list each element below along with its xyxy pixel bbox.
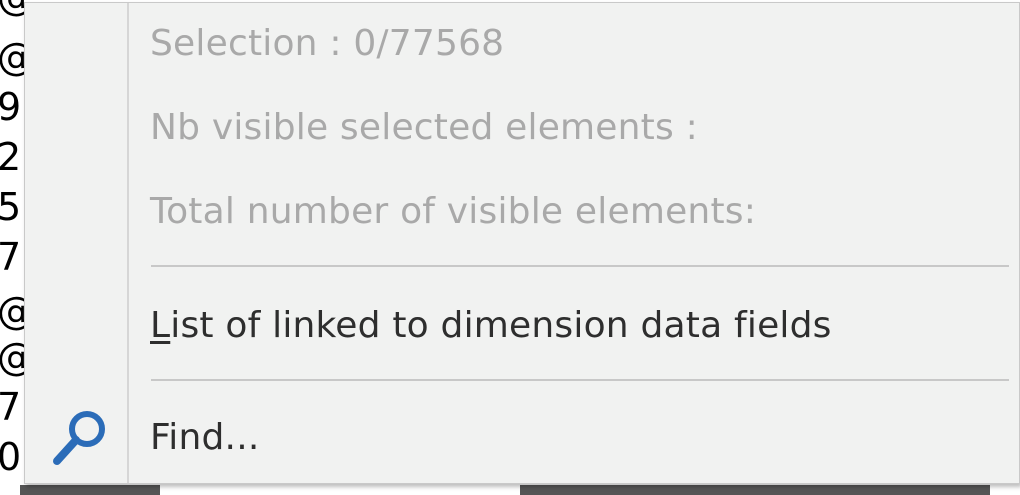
context-menu: Selection : 0/77568 Nb visible selected … — [24, 2, 1020, 484]
menu-separator — [151, 379, 1009, 381]
menu-item-label: Selection : 0/77568 — [150, 23, 505, 64]
background-char: @ — [0, 338, 24, 376]
menu-item-selection-count: Selection : 0/77568 — [150, 23, 504, 64]
background-text-column: @ @ 9 2 5 7 @ @ 7 0 — [0, 0, 24, 495]
background-char: @ — [0, 0, 24, 16]
menu-item-linked-dimension-fields[interactable]: List of linked to dimension data fields — [150, 305, 832, 346]
background-char: 9 — [0, 85, 22, 129]
background-char: 2 — [0, 135, 22, 179]
background-text-fragment — [520, 485, 990, 495]
menu-item-label: ist of linked to dimension data fields — [170, 305, 832, 346]
menu-item-label: Total number of visible elements: — [150, 191, 757, 232]
background-char: @ — [0, 38, 24, 76]
menu-item-mnemonic: L — [150, 305, 171, 346]
menu-item-total-visible: Total number of visible elements: — [150, 191, 756, 232]
menu-item-visible-selected: Nb visible selected elements : — [150, 107, 698, 148]
magnifier-icon — [53, 411, 105, 465]
background-text-fragment — [20, 485, 160, 495]
menu-item-find[interactable]: Find... — [150, 417, 260, 458]
background-char: 5 — [0, 185, 22, 229]
background-char: @ — [0, 292, 24, 330]
menu-item-label: Nb visible selected elements : — [150, 107, 698, 148]
background-char: 7 — [0, 385, 22, 429]
menu-item-label: Find... — [150, 417, 260, 458]
background-char: 0 — [0, 435, 22, 479]
background-char: 7 — [0, 235, 22, 279]
menu-separator — [151, 265, 1009, 267]
